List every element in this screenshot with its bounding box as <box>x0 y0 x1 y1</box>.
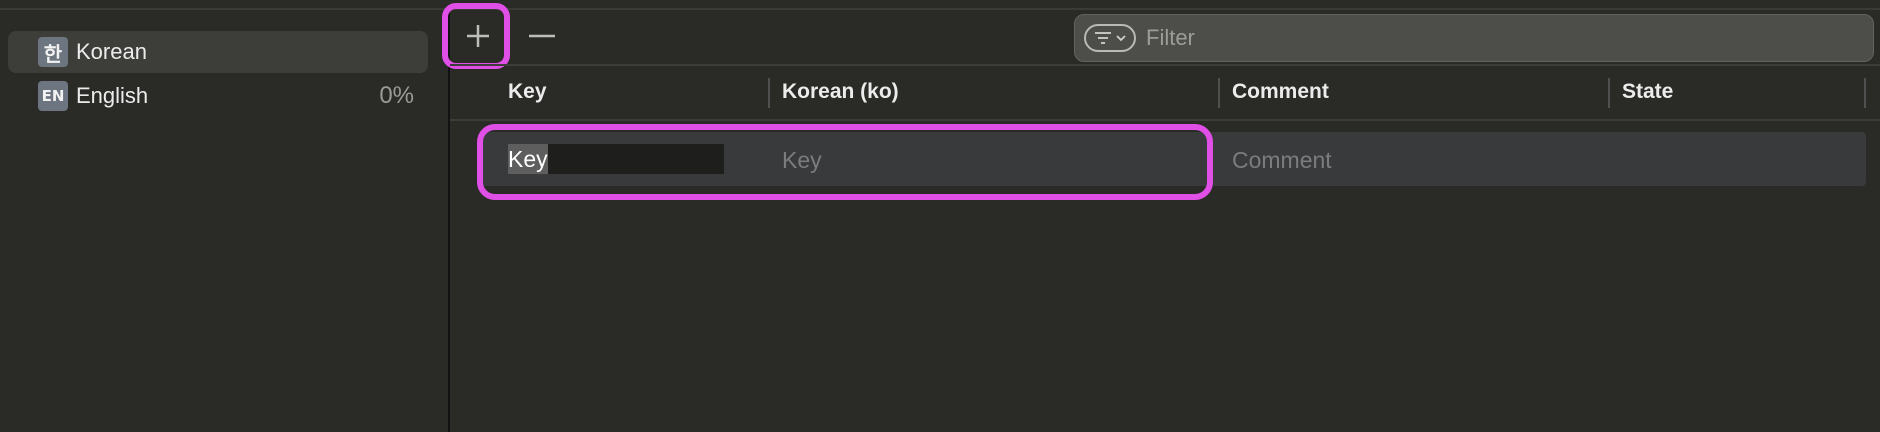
filter-options-button[interactable] <box>1084 24 1136 52</box>
column-header-comment[interactable]: Comment <box>1232 80 1329 104</box>
korean-language-icon: 한 <box>38 37 68 67</box>
remove-key-button[interactable] <box>504 0 580 72</box>
header-divider <box>450 119 1880 121</box>
column-separator[interactable] <box>768 78 770 108</box>
column-separator[interactable] <box>1608 78 1610 108</box>
comment-cell-placeholder[interactable]: Comment <box>1232 147 1332 174</box>
column-header-key[interactable]: Key <box>508 80 547 104</box>
row-highlight <box>477 124 1213 200</box>
toolbar-divider <box>450 64 1880 66</box>
column-header-state[interactable]: State <box>1622 80 1673 104</box>
filter-field[interactable]: Filter <box>1074 14 1874 62</box>
english-language-icon: EN <box>38 81 68 111</box>
translation-progress: 0% <box>379 82 414 109</box>
sidebar-item-english[interactable]: EN English 0% <box>8 75 428 117</box>
filter-placeholder: Filter <box>1146 25 1195 50</box>
sidebar-item-label: English <box>76 83 149 108</box>
column-separator[interactable] <box>1864 78 1866 108</box>
column-separator[interactable] <box>1218 78 1220 108</box>
chevron-down-icon <box>1116 35 1126 42</box>
add-button-highlight <box>442 3 510 69</box>
language-sidebar: 한 Korean EN English 0% <box>0 10 448 432</box>
sidebar-item-korean[interactable]: 한 Korean <box>8 31 428 73</box>
sidebar-divider <box>448 10 450 432</box>
sidebar-item-label: Korean <box>76 39 147 64</box>
minus-icon <box>529 34 555 38</box>
filter-lines-icon <box>1095 32 1111 44</box>
column-header-korean[interactable]: Korean (ko) <box>782 80 899 104</box>
